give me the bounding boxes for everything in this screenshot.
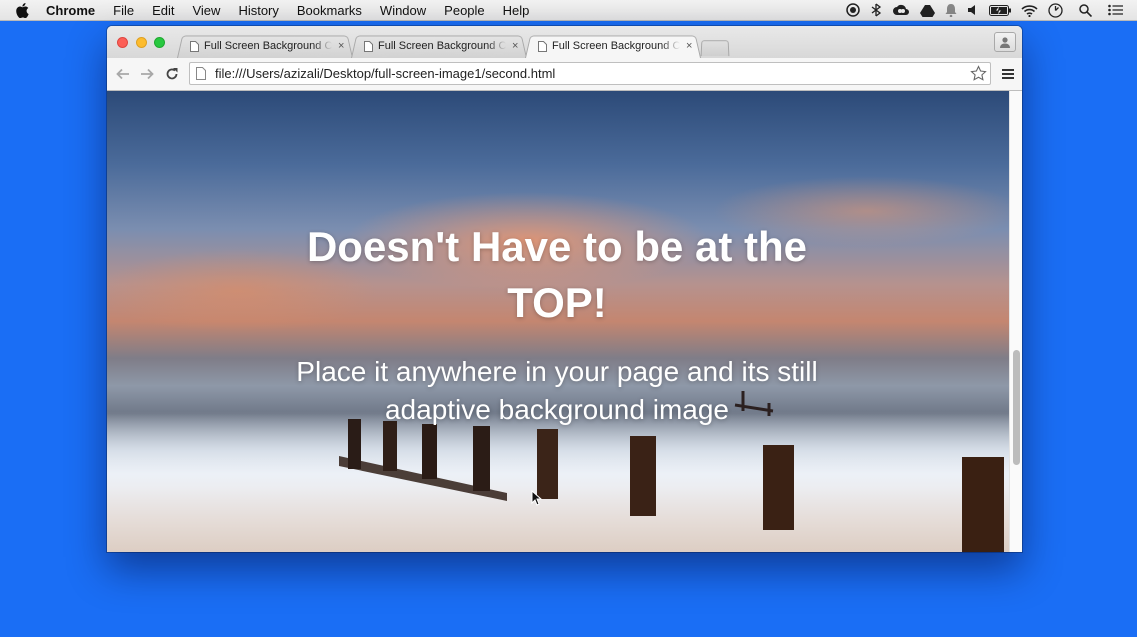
- close-window-button[interactable]: [117, 37, 128, 48]
- bluetooth-icon[interactable]: [870, 3, 882, 17]
- minimize-window-button[interactable]: [136, 37, 147, 48]
- arrow-left-icon: [116, 68, 129, 80]
- arrow-right-icon: [141, 68, 154, 80]
- wifi-icon[interactable]: [1021, 4, 1038, 17]
- menu-bookmarks[interactable]: Bookmarks: [297, 3, 362, 18]
- browser-toolbar: file:///Users/azizali/Desktop/full-scree…: [107, 58, 1022, 91]
- url-text[interactable]: file:///Users/azizali/Desktop/full-scree…: [215, 66, 555, 81]
- reload-icon: [166, 68, 178, 80]
- tab-title: Full Screen Background Cover Page: [204, 40, 332, 52]
- apple-menu-icon[interactable]: [16, 2, 30, 18]
- profile-button[interactable]: [994, 32, 1016, 52]
- browser-tab-2[interactable]: Full Screen Background Cover Page ×: [364, 34, 528, 58]
- hero-subtitle: Place it anywhere in your page and its s…: [296, 356, 818, 425]
- reload-button[interactable]: [163, 65, 181, 83]
- tab-title: Full Screen Background Cover Page: [378, 40, 506, 52]
- hero-title: Doesn't Have to be at the TOP!: [306, 223, 808, 326]
- bookmark-star-icon[interactable]: [970, 65, 987, 85]
- tab-close-icon[interactable]: ×: [338, 40, 344, 52]
- battery-icon[interactable]: [989, 4, 1011, 16]
- person-icon: [1000, 37, 1010, 48]
- menu-edit[interactable]: Edit: [152, 3, 174, 18]
- notification-icon[interactable]: [945, 3, 957, 17]
- tab-close-icon[interactable]: ×: [686, 40, 692, 52]
- browser-tab-3-active[interactable]: Full Screen Background Cover Page ×: [538, 34, 702, 58]
- tab-title: Full Screen Background Cover Page: [552, 40, 680, 52]
- menu-history[interactable]: History: [238, 3, 278, 18]
- page-scrollbar[interactable]: [1009, 91, 1022, 552]
- record-icon[interactable]: [846, 3, 860, 17]
- zoom-window-button[interactable]: [154, 37, 165, 48]
- menu-file[interactable]: File: [113, 3, 134, 18]
- back-button[interactable]: [114, 65, 132, 83]
- new-tab-button[interactable]: [700, 40, 730, 57]
- mouse-cursor-icon: [531, 490, 543, 506]
- notification-center-icon[interactable]: [1108, 4, 1123, 16]
- menu-help[interactable]: Help: [503, 3, 530, 18]
- menu-bar: Chrome File Edit View History Bookmarks …: [0, 0, 1137, 21]
- tab-strip: Full Screen Background Cover Page × Full…: [107, 26, 1022, 58]
- document-icon: [190, 40, 199, 52]
- clock-icon[interactable]: [1048, 2, 1063, 18]
- page-icon: [196, 67, 206, 80]
- tab-close-icon[interactable]: ×: [512, 40, 518, 52]
- forward-button[interactable]: [138, 65, 156, 83]
- volume-icon[interactable]: [967, 4, 979, 16]
- scrollbar-thumb[interactable]: [1013, 350, 1020, 465]
- spotlight-icon[interactable]: [1079, 3, 1092, 17]
- browser-tab-1[interactable]: Full Screen Background Cover Page ×: [190, 34, 354, 58]
- status-area: [846, 0, 1123, 20]
- page-hero-background: Doesn't Have to be at the TOP! Place it …: [107, 91, 1009, 552]
- menu-people[interactable]: People: [444, 3, 484, 18]
- menu-view[interactable]: View: [192, 3, 220, 18]
- menu-chrome[interactable]: Chrome: [46, 3, 95, 18]
- browser-window: Full Screen Background Cover Page × Full…: [107, 26, 1022, 552]
- document-icon: [364, 40, 373, 52]
- drive-icon[interactable]: [920, 4, 935, 17]
- address-bar[interactable]: file:///Users/azizali/Desktop/full-scree…: [189, 62, 991, 85]
- menu-window[interactable]: Window: [380, 3, 426, 18]
- creative-cloud-icon[interactable]: [892, 4, 910, 17]
- chrome-menu-icon[interactable]: [1002, 67, 1014, 81]
- document-icon: [538, 40, 547, 52]
